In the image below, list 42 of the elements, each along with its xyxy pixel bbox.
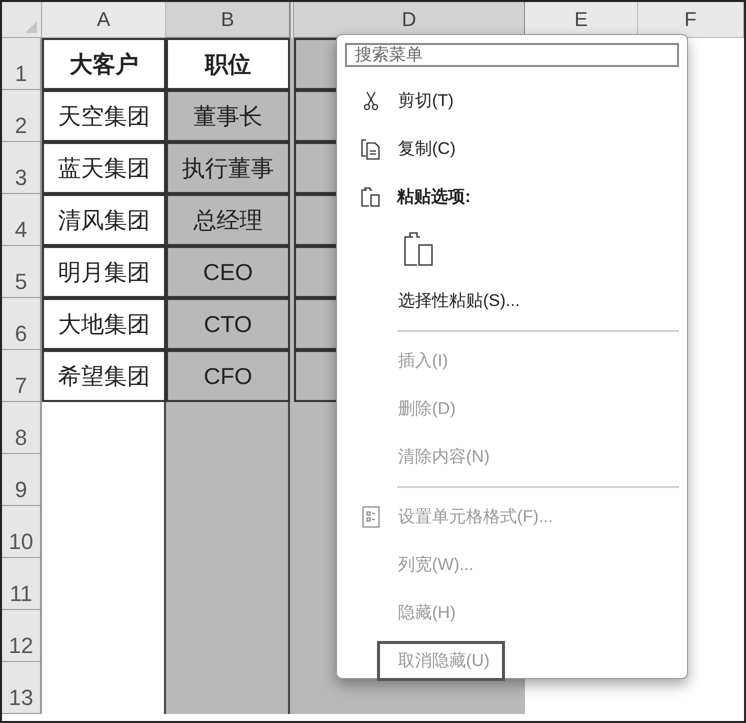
row-header[interactable]: 9 bbox=[2, 454, 42, 506]
column-header[interactable]: A bbox=[42, 2, 166, 38]
table-cell: 清风集团 bbox=[42, 194, 166, 246]
row-header[interactable]: 1 bbox=[2, 38, 42, 90]
table-cell: 蓝天集团 bbox=[42, 142, 166, 194]
row-header[interactable]: 2 bbox=[2, 90, 42, 142]
paste-options-heading: 粘贴选项: bbox=[397, 186, 471, 208]
table-cell: 执行董事 bbox=[166, 142, 290, 194]
corner-triangle-icon bbox=[25, 21, 37, 33]
table-cell: 职位 bbox=[166, 38, 290, 90]
table-cell: 大客户 bbox=[42, 38, 166, 90]
menu-item[interactable]: 选择性粘贴(S)... bbox=[377, 281, 535, 321]
row-header[interactable]: 12 bbox=[2, 610, 42, 662]
row-header[interactable]: 4 bbox=[2, 194, 42, 246]
clipboard-icon bbox=[403, 231, 435, 267]
row-header[interactable]: 7 bbox=[2, 350, 42, 402]
copy-icon bbox=[360, 138, 382, 160]
column-header[interactable]: F bbox=[638, 2, 744, 38]
table-cell: 希望集团 bbox=[42, 350, 166, 402]
table-cell: 大地集团 bbox=[42, 298, 166, 350]
table-cell: 总经理 bbox=[166, 194, 290, 246]
table-cell: 董事长 bbox=[166, 90, 290, 142]
row-header[interactable]: 3 bbox=[2, 142, 42, 194]
row-header[interactable]: 11 bbox=[2, 558, 42, 610]
table-cell: CFO bbox=[166, 350, 290, 402]
scissors-icon bbox=[363, 91, 379, 111]
format-cells-icon bbox=[362, 506, 380, 528]
menu-item[interactable]: 剪切(T) bbox=[377, 81, 469, 121]
row-header[interactable]: 10 bbox=[2, 506, 42, 558]
table-cell: 明月集团 bbox=[42, 246, 166, 298]
row-header[interactable]: 6 bbox=[2, 298, 42, 350]
column-header[interactable]: B bbox=[166, 2, 290, 38]
column-header[interactable]: D bbox=[294, 2, 525, 38]
row-header[interactable]: 5 bbox=[2, 246, 42, 298]
row-header[interactable]: 13 bbox=[2, 662, 42, 714]
search-field[interactable]: 搜索菜单 bbox=[345, 43, 679, 67]
menu-item[interactable]: 复制(C) bbox=[377, 129, 471, 169]
table-cell: 天空集团 bbox=[42, 90, 166, 142]
table-cell: CTO bbox=[166, 298, 290, 350]
clipboard-icon bbox=[360, 186, 382, 208]
table-cell: CEO bbox=[166, 246, 290, 298]
row-header[interactable]: 8 bbox=[2, 402, 42, 454]
